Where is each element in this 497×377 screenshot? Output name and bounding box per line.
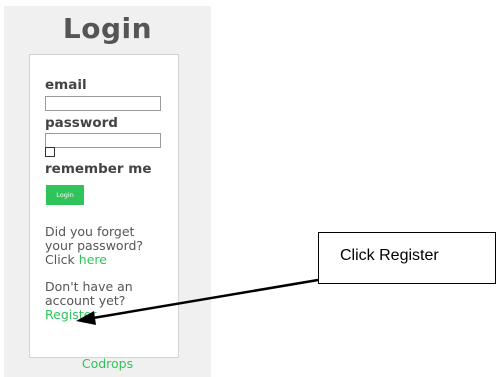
arrow-shaft <box>92 278 319 320</box>
arrow-head <box>76 311 96 325</box>
annotation-arrow <box>76 278 319 325</box>
